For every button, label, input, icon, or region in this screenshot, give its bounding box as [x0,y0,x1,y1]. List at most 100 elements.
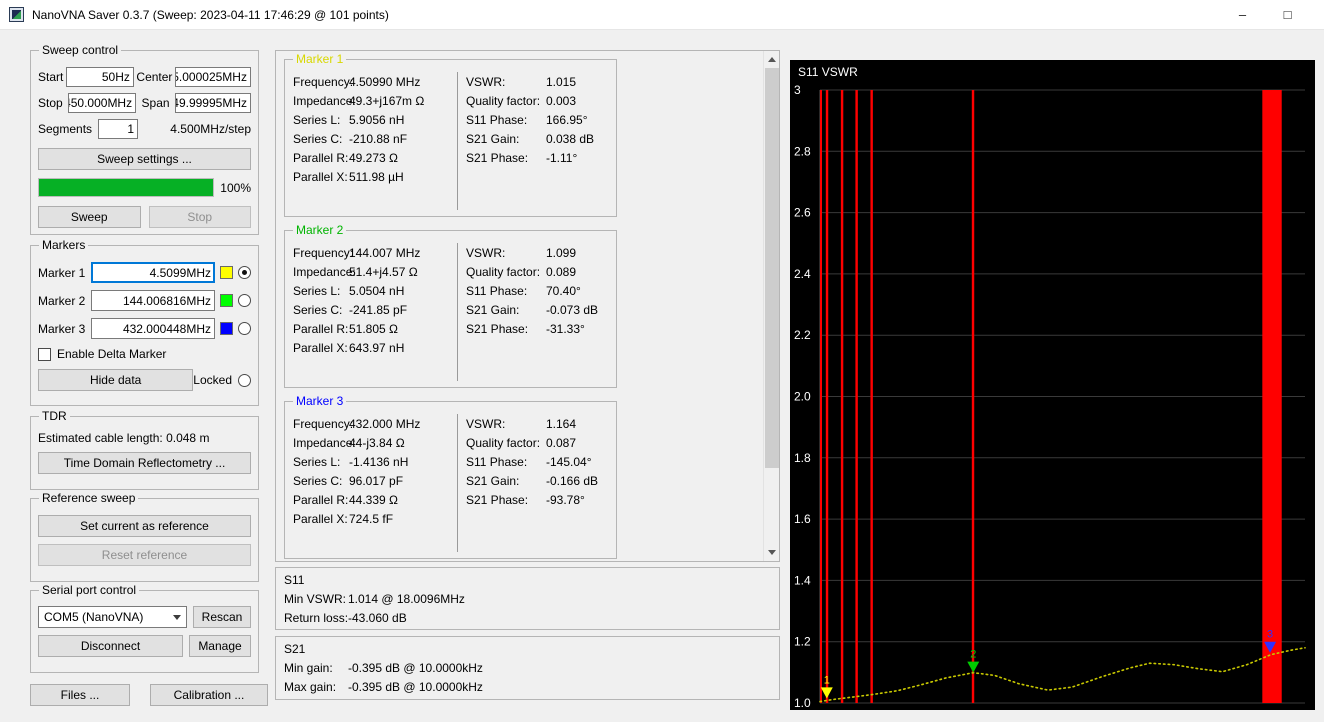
field-value: 44.339 Ω [349,492,399,507]
markers-group: Markers Marker 1 4.5099MHz Marker 2 144.… [30,238,259,406]
s11-vswr-chart[interactable]: S11 VSWR 3 2.8 2.6 2.4 2.2 2.0 1.8 1.6 1.4 1.2 1.0… [790,60,1315,710]
stop-button[interactable]: Stop [148,206,251,228]
field-label: Quality factor: [466,435,541,450]
disconnect-button[interactable]: Disconnect [38,635,183,657]
max-gain-label: Max gain: [284,679,337,694]
marker-data-row: Impedance: 51.4+j4.57 Ω [293,262,457,281]
reset-reference-button[interactable]: Reset reference [38,544,251,566]
chart-marker-label: 1 [824,674,830,686]
segments-input[interactable]: 1 [98,119,139,139]
marker-data-row: S11 Phase: 70.40° [466,281,616,300]
marker-1-select-radio[interactable] [238,266,251,279]
maximize-button[interactable]: □ [1265,0,1310,29]
marker-data-row: Frequency: 144.007 MHz [293,243,457,262]
field-value: 49.3+j167m Ω [349,93,425,108]
minimize-button[interactable]: – [1220,0,1265,29]
reference-sweep-group: Reference sweep Set current as reference… [30,491,259,582]
frequency-band-marker [1262,90,1282,703]
center-frequency-input[interactable]: 5.000025MHz [174,67,251,87]
marker-data-row: S11 Phase: -145.04° [466,452,616,471]
step-size-text: 4.500MHz/step [170,122,251,136]
marker-info-box: Marker 3 Frequency: 432.000 MHz Impedance: 4… [284,394,617,559]
marker-2-frequency-input[interactable]: 144.006816MHz [91,290,215,311]
vswr-trace [819,646,1306,703]
segments-label: Segments [38,122,93,136]
marker-data-row: S11 Phase: 166.95° [466,110,616,129]
marker-3-label: Marker 3 [38,321,86,336]
serial-port-select[interactable]: COM5 (NanoVNA) [38,606,187,628]
y-axis-tick-label: 2.2 [794,328,811,342]
field-label: Impedance: [293,93,356,108]
scroll-down-arrow-icon [768,550,776,555]
sweep-control-group: Sweep control Start 50Hz Center 5.000025… [30,43,259,235]
frequency-band-marker [971,90,975,703]
marker-data-row: Parallel X: 643.97 nH [293,338,457,357]
frequency-band-marker [855,90,858,703]
field-value: 144.007 MHz [349,245,421,260]
locked-radio[interactable] [238,373,251,387]
field-label: Series C: [293,302,343,317]
calibration-button[interactable]: Calibration ... [150,684,268,706]
field-label: Series C: [293,131,343,146]
rescan-button[interactable]: Rescan [193,606,251,628]
center-label: Center [136,70,173,84]
vertical-scrollbar[interactable] [763,51,779,561]
y-axis-tick-label: 2.0 [794,390,811,404]
hide-data-button[interactable]: Hide data [38,369,194,391]
scrollbar-thumb[interactable] [765,68,779,468]
field-label: VSWR: [466,74,506,89]
scroll-up-button[interactable] [764,51,779,68]
marker-2-select-radio[interactable] [238,294,251,307]
field-value: 166.95° [546,112,588,127]
enable-delta-marker-label: Enable Delta Marker [57,347,167,361]
sweep-button[interactable]: Sweep [38,206,141,228]
y-axis-tick-label: 3 [794,83,801,97]
sweep-settings-button[interactable]: Sweep settings ... [38,148,251,170]
field-value: 432.000 MHz [349,416,421,431]
span-frequency-input[interactable]: 49.99995MHz [174,93,251,113]
y-axis-tick-label: 1.0 [794,696,811,710]
files-button[interactable]: Files ... [30,684,130,706]
frequency-band-marker [840,90,844,703]
start-frequency-input[interactable]: 50Hz [65,67,134,87]
marker-data-row: Parallel X: 724.5 fF [293,509,457,528]
scroll-down-button[interactable] [764,544,779,561]
enable-delta-marker-checkbox[interactable] [38,347,51,361]
marker-info-box: Marker 2 Frequency: 144.007 MHz Impedance: 5… [284,223,617,388]
marker-data-row: Series C: 96.017 pF [293,471,457,490]
marker-data-row: Parallel R: 44.339 Ω [293,490,457,509]
y-axis-tick-label: 1.4 [794,573,811,587]
y-axis-tick-label: 2.4 [794,267,811,281]
locked-label: Locked [193,373,232,387]
frequency-band-marker [870,90,873,703]
s11-summary-box: S11 Min VSWR: 1.014 @ 18.0096MHz Return … [275,567,780,630]
s11-summary-title: S11 [284,573,305,587]
marker-1-frequency-input[interactable]: 4.5099MHz [91,262,215,283]
field-value: 44-j3.84 Ω [349,435,405,450]
field-value: -93.78° [546,492,585,507]
field-value: 511.98 µH [349,169,404,184]
max-gain-value: -0.395 dB @ 10.0000kHz [348,679,483,694]
marker-3-select-radio[interactable] [238,322,251,335]
field-value: 0.089 [546,264,577,279]
time-domain-reflectometry-button[interactable]: Time Domain Reflectometry ... [38,452,251,474]
field-value: 5.9056 nH [349,112,405,127]
field-label: Parallel X: [293,340,348,355]
span-label: Span [141,96,170,110]
window-title: NanoVNA Saver 0.3.7 (Sweep: 2023-04-11 1… [32,7,389,22]
marker-data-row: VSWR: 1.015 [466,72,616,91]
field-label: S11 Phase: [466,283,528,298]
sweep-progress-bar [38,178,215,197]
marker-data-row: Series L: 5.9056 nH [293,110,457,129]
min-vswr-value: 1.014 @ 18.0096MHz [348,591,465,606]
marker-3-frequency-input[interactable]: 432.000448MHz [91,318,215,339]
stop-frequency-input[interactable]: 450.000MHz [68,93,137,113]
chart-marker-triangle [967,661,980,673]
field-value: 49.273 Ω [349,150,399,165]
set-current-as-reference-button[interactable]: Set current as reference [38,515,251,537]
field-label: Series C: [293,473,343,488]
marker-data-row: Series C: -210.88 nF [293,129,457,148]
marker-data-row: Series L: 5.0504 nH [293,281,457,300]
cable-length-text: Estimated cable length: 0.048 m [38,431,210,445]
manage-button[interactable]: Manage [189,635,251,657]
